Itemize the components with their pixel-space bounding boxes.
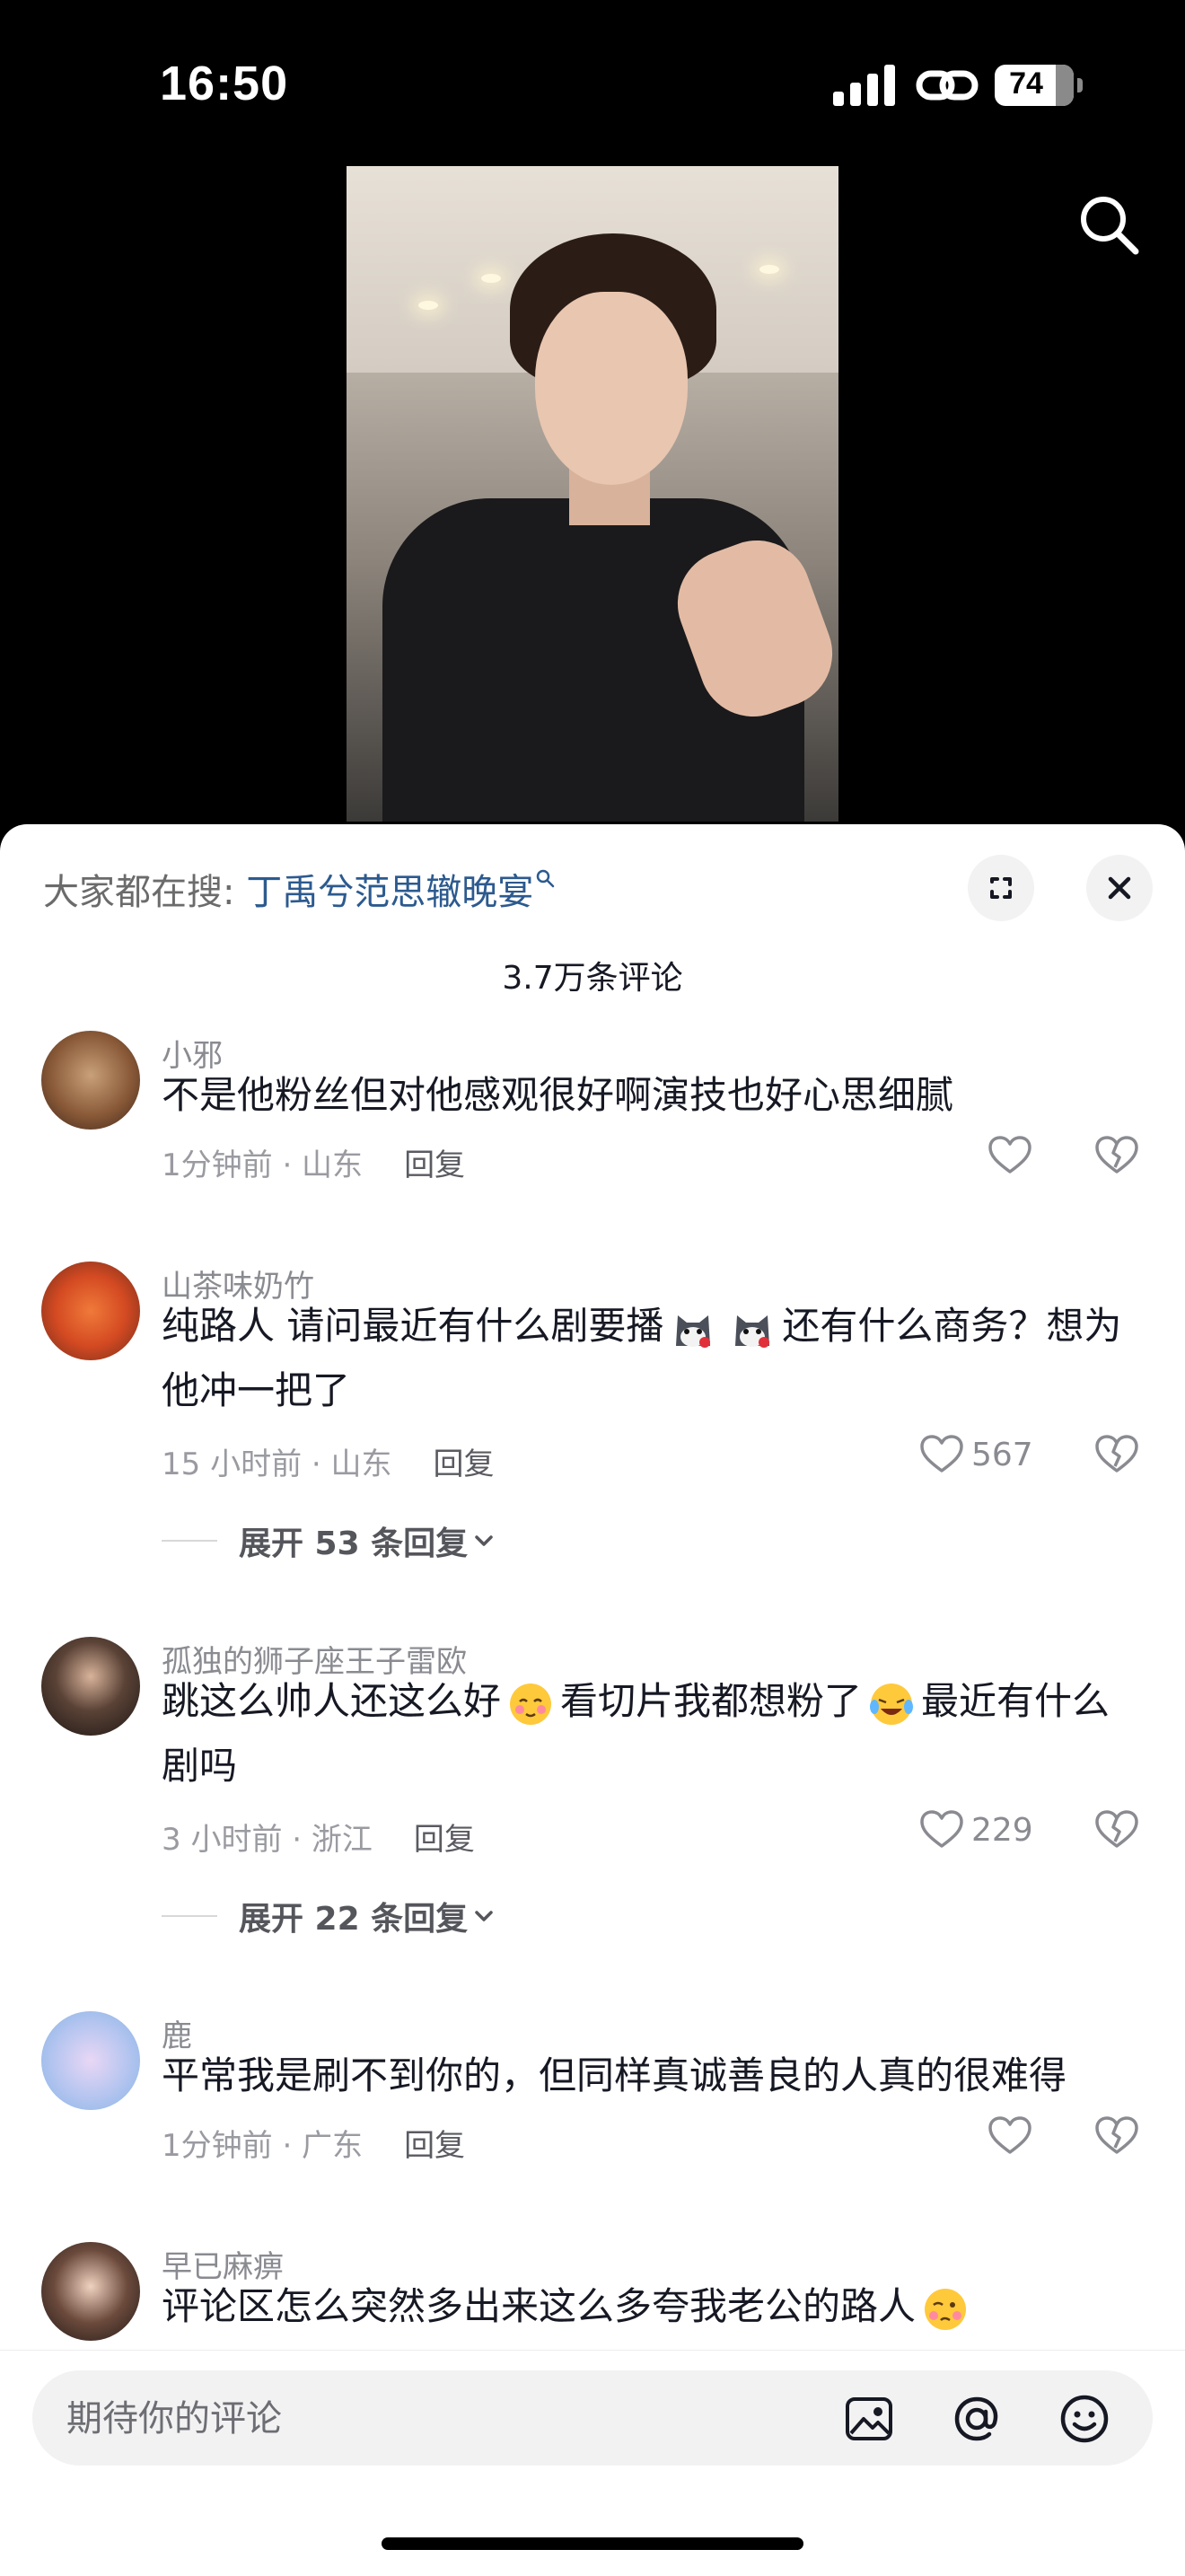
comment-input[interactable]: [65, 2370, 786, 2467]
blushing-emoji-icon: [510, 1683, 552, 1725]
like-button[interactable]: 567: [917, 1430, 1033, 1479]
reply-button[interactable]: 回复: [434, 1446, 495, 1482]
comment-text: 评论区怎么突然多出来这么多夸我老公的路人: [162, 2274, 1131, 2339]
expand-icon: [990, 877, 1012, 899]
hot-search-prefix: 大家都在搜:: [43, 872, 247, 913]
comment-input-box[interactable]: [32, 2370, 1153, 2467]
emoji-icon[interactable]: [1058, 2392, 1111, 2446]
battery-level: 74: [1009, 66, 1043, 101]
expand-replies-button[interactable]: 展开 22 条回复: [162, 1893, 496, 1939]
reply-button[interactable]: 回复: [404, 1147, 465, 1183]
video-frame[interactable]: [347, 166, 838, 822]
like-button[interactable]: [986, 1131, 1034, 1180]
heart-icon: [988, 2116, 1031, 2154]
avatar[interactable]: [41, 2242, 140, 2341]
comment-count: 3.7万条评论: [502, 960, 683, 997]
husky-emoji-icon: [676, 1314, 711, 1348]
like-button[interactable]: [986, 2112, 1034, 2160]
like-count: 229: [971, 1811, 1033, 1849]
avatar[interactable]: [41, 1031, 140, 1130]
expand-replies-button[interactable]: 展开 53 条回复: [162, 1517, 496, 1564]
at-icon[interactable]: [950, 2392, 1004, 2446]
expand-replies-label: 展开 53 条回复: [239, 1525, 469, 1562]
close-icon: [1108, 876, 1131, 900]
dislike-icon[interactable]: [1093, 1430, 1141, 1479]
dislike-icon[interactable]: [1093, 2112, 1141, 2160]
comment-time-location: 1分钟前 · 广东: [162, 2128, 364, 2164]
hot-search-bar[interactable]: 大家都在搜: 丁禹兮范思辙晚宴: [43, 863, 555, 915]
comment-sheet: 大家都在搜: 丁禹兮范思辙晚宴 3.7万条评论 小邪 不是他粉丝但对他感观很好啊…: [0, 824, 1185, 2575]
heart-icon: [920, 1435, 963, 1473]
husky-emoji-icon: [735, 1314, 770, 1348]
avatar[interactable]: [41, 2011, 140, 2110]
expand-replies-label: 展开 22 条回复: [239, 1901, 469, 1938]
chevron-down-icon: [475, 1911, 493, 1921]
comment-text: 跳这么帅人还这么好 看切片我都想粉了 最近有什么剧吗: [162, 1669, 1131, 1798]
like-button[interactable]: 229: [917, 1806, 1033, 1854]
heart-icon: [988, 1136, 1031, 1174]
reply-button[interactable]: 回复: [404, 2128, 465, 2164]
comment-text-part: 看切片我都想粉了: [560, 1679, 863, 1723]
comment-text-part: 评论区怎么突然多出来这么多夸我老公的路人: [162, 2284, 917, 2328]
battery-icon: 74: [995, 65, 1083, 108]
like-count: 567: [971, 1436, 1033, 1473]
comment-time-location: 15 小时前 · 山东: [162, 1446, 392, 1482]
comment-text-part: 跳这么帅人还这么好: [162, 1679, 502, 1723]
comment-text: 纯路人 请问最近有什么剧要播 还有什么商务？想为他冲一把了: [162, 1294, 1131, 1423]
link-icon: [916, 70, 979, 101]
search-icon[interactable]: [1073, 189, 1145, 260]
comment-meta: 15 小时前 · 山东 回复: [162, 1439, 495, 1483]
home-indicator[interactable]: [382, 2537, 803, 2550]
comment-text: 不是他粉丝但对他感观很好啊演技也好心思细腻: [162, 1073, 954, 1117]
image-icon[interactable]: [842, 2392, 896, 2446]
status-bar: 16:50 74: [0, 0, 1185, 162]
chevron-down-icon: [475, 1535, 493, 1546]
dislike-icon[interactable]: [1093, 1806, 1141, 1854]
comment-meta: 1分钟前 · 广东 回复: [162, 2121, 465, 2165]
reply-button[interactable]: 回复: [414, 1822, 475, 1858]
comment-time-location: 3 小时前 · 浙江: [162, 1822, 373, 1858]
hot-search-magnifier-icon: [536, 869, 555, 888]
woozy-emoji-icon: [925, 2288, 967, 2330]
expand-button[interactable]: [968, 855, 1034, 921]
dislike-icon[interactable]: [1093, 1131, 1141, 1180]
close-button[interactable]: [1086, 855, 1153, 921]
signal-icon: [833, 65, 896, 106]
comment-meta: 1分钟前 · 山东 回复: [162, 1140, 465, 1184]
laughing-crying-emoji-icon: [870, 1683, 914, 1725]
comment-text: 平常我是刷不到你的，但同样真诚善良的人真的很难得: [162, 2053, 1067, 2097]
hot-search-keyword[interactable]: 丁禹兮范思辙晚宴: [246, 872, 533, 913]
avatar[interactable]: [41, 1262, 140, 1360]
comment-meta: 3 小时前 · 浙江 回复: [162, 1815, 475, 1859]
comment-text-part: 纯路人 请问最近有什么剧要播: [162, 1304, 664, 1348]
status-time: 16:50: [160, 57, 289, 110]
comment-time-location: 1分钟前 · 山东: [162, 1147, 364, 1183]
avatar[interactable]: [41, 1637, 140, 1736]
heart-icon: [920, 1810, 963, 1848]
